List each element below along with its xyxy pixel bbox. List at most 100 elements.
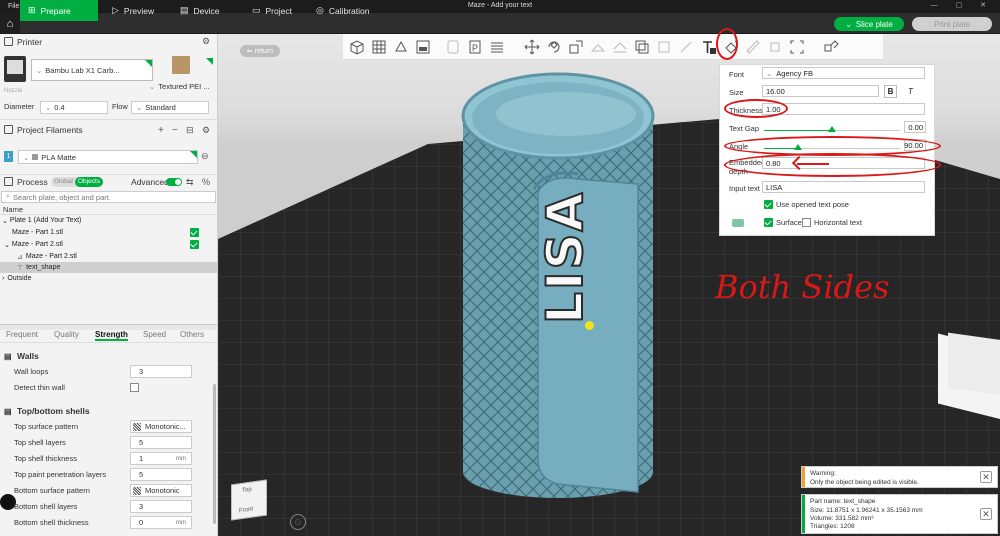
window-controls[interactable]: — ▢ ✕	[931, 1, 994, 9]
tree-item-outside[interactable]: › Outside	[0, 273, 217, 284]
tab-speed[interactable]: Speed	[143, 330, 166, 339]
text-gap-input[interactable]: 0.00	[904, 121, 926, 133]
bold-button[interactable]: B	[884, 85, 897, 98]
compare-icon[interactable]: ⇆	[186, 177, 194, 188]
scale-icon[interactable]	[567, 38, 585, 56]
cut-icon[interactable]	[611, 38, 629, 56]
size-input[interactable]: 16.00	[762, 85, 879, 97]
close-icon[interactable]: ✕	[980, 508, 992, 520]
assistant-bubble-icon[interactable]	[0, 494, 16, 510]
horizontal-text-checkbox[interactable]	[802, 218, 811, 227]
arrange-grid-icon[interactable]	[370, 38, 388, 56]
move-icon[interactable]	[523, 38, 541, 56]
plate-layout-icon[interactable]	[414, 38, 432, 56]
tree-item-plate[interactable]: ⌄ Plate 1 (Add Your Text)	[0, 215, 217, 226]
filament-icon	[4, 125, 13, 134]
percent-icon[interactable]: %	[202, 177, 210, 187]
gear-icon[interactable]: ⚙	[202, 36, 210, 47]
advanced-toggle[interactable]	[166, 178, 182, 186]
view-cube-front[interactable]: Front	[239, 506, 253, 514]
close-icon[interactable]: ✕	[980, 471, 992, 483]
flow-select[interactable]: ⌄ Standard	[131, 101, 209, 114]
tab-project[interactable]: ▭ Project	[244, 0, 314, 21]
return-button[interactable]: ⇐ return	[240, 45, 280, 57]
tree-item-part2[interactable]: ⌄ Maze - Part 2.stl	[0, 239, 217, 250]
tree-item-text-shape[interactable]: ⊤ text_shape	[0, 262, 217, 273]
wall-loops-input[interactable]: 3	[130, 365, 192, 378]
part-visible-check[interactable]	[190, 240, 199, 249]
filament-settings-icon[interactable]: ⚙	[202, 125, 210, 136]
bottom-shell-layers-input[interactable]: 3	[130, 500, 192, 513]
lay-on-face-icon[interactable]	[589, 38, 607, 56]
assembly-icon[interactable]	[766, 38, 784, 56]
filament-select[interactable]: ⌄ PLA Matte	[18, 150, 198, 164]
view-cube[interactable]: Top Front	[231, 479, 267, 521]
expand-icon[interactable]: ›	[2, 275, 4, 282]
explode-view-icon[interactable]	[822, 38, 840, 56]
add-filament-icon[interactable]: +	[158, 125, 164, 136]
font-select[interactable]: ⌄ Agency FB	[762, 67, 925, 79]
support-paint-icon[interactable]	[655, 38, 673, 56]
keyboard-icon[interactable]	[732, 219, 744, 227]
printer-heading: Printer	[17, 37, 43, 47]
collapse-icon[interactable]: ⌄	[2, 217, 8, 225]
printer-select[interactable]: ⌄ Bambu Lab X1 Carb...	[31, 59, 153, 81]
surface-checkbox[interactable]	[764, 218, 773, 227]
use-opened-pose-checkbox[interactable]	[764, 200, 773, 209]
tree-label: Outside	[7, 275, 32, 282]
tab-device[interactable]: ▤ Device	[172, 0, 242, 21]
tab-frequent[interactable]: Frequent	[6, 330, 38, 339]
svg-text:P: P	[472, 43, 478, 53]
print-plate-button[interactable]: Print plate	[912, 17, 992, 31]
part-visible-check[interactable]	[190, 228, 199, 237]
slider-knob[interactable]	[828, 126, 836, 132]
measure-icon[interactable]	[744, 38, 762, 56]
filament-sync-icon[interactable]: ⊟	[186, 125, 194, 136]
view-cube-top[interactable]: Top	[242, 487, 252, 494]
input-text-field[interactable]: LISA	[762, 181, 925, 193]
diameter-select[interactable]: ⌄ 0.4	[40, 101, 108, 114]
toggle-objects[interactable]: Objects	[75, 177, 103, 187]
add-cube-icon[interactable]	[348, 38, 366, 56]
split-objects-icon[interactable]	[444, 38, 462, 56]
rotate-icon[interactable]	[545, 38, 563, 56]
home-icon[interactable]: ⌂	[0, 13, 20, 34]
setting-label: Top paint penetration layers	[14, 470, 107, 479]
tab-prepare-label: Prepare	[40, 5, 71, 16]
settings-scrollbar[interactable]	[213, 384, 216, 524]
italic-button[interactable]: T	[904, 85, 917, 98]
split-parts-icon[interactable]: P	[466, 38, 484, 56]
tab-strength[interactable]: Strength	[95, 330, 128, 341]
tree-label: Maze - Part 2.stl	[11, 241, 63, 248]
top-paint-penetration-input[interactable]: 5	[130, 468, 192, 481]
top-shell-thickness-row: Top shell thickness 1 mm	[0, 452, 217, 466]
fit-view-icon[interactable]	[788, 38, 806, 56]
toggle-global[interactable]: Global	[54, 178, 73, 185]
tab-calibration[interactable]: ◎ Calibration	[308, 0, 388, 21]
remove-circle-icon[interactable]: ⊖	[201, 151, 209, 162]
zoom-fit-icon[interactable]: ⊙	[290, 514, 306, 530]
orient-icon[interactable]	[392, 38, 410, 56]
tree-item-part2-mesh[interactable]: ⊿ Maze - Part 2.stl	[0, 251, 217, 262]
top-shell-layers-row: Top shell layers 5	[0, 436, 217, 450]
print-plate-label: Print plate	[933, 19, 971, 29]
tab-others[interactable]: Others	[180, 330, 204, 339]
object-search-input[interactable]: ⌕ Search plate, object and part.	[1, 191, 216, 203]
tab-preview[interactable]: ▷ Preview	[104, 0, 174, 21]
plate-select[interactable]: ⌄ Textured PEI ...	[145, 58, 213, 94]
remove-filament-icon[interactable]: −	[172, 125, 178, 136]
text-gap-slider[interactable]	[764, 126, 900, 132]
layers-icon[interactable]	[488, 38, 506, 56]
collapse-icon[interactable]: ⌄	[4, 241, 10, 249]
text-anchor-handle[interactable]	[585, 321, 594, 330]
detect-thin-checkbox[interactable]	[130, 383, 139, 392]
tab-quality[interactable]: Quality	[54, 330, 79, 339]
walls-icon: ▤	[4, 351, 12, 361]
tab-prepare[interactable]: ⊞ Prepare	[20, 0, 98, 21]
seam-paint-icon[interactable]	[677, 38, 695, 56]
file-menu[interactable]: File	[8, 3, 19, 10]
tree-item-part1[interactable]: Maze - Part 1.stl	[0, 227, 217, 238]
boolean-icon[interactable]	[633, 38, 651, 56]
slice-plate-button[interactable]: ⌄ Slice plate	[834, 17, 904, 31]
top-shell-layers-input[interactable]: 5	[130, 436, 192, 449]
